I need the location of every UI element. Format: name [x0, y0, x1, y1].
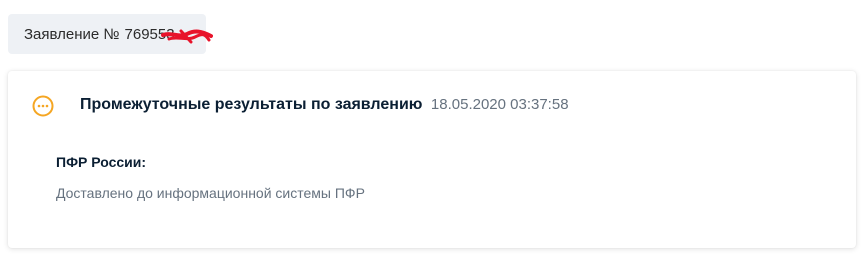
- application-number-wrap: 769553…: [125, 26, 213, 43]
- more-dots-icon: [32, 95, 54, 117]
- application-label: Заявление №: [24, 25, 120, 43]
- card-datetime: 18.05.2020 03:37:58: [430, 96, 569, 113]
- card-title: Промежуточные результаты по заявлению 18…: [80, 96, 569, 114]
- status-card: Промежуточные результаты по заявлению 18…: [8, 71, 856, 248]
- section-label: ПФР России:: [56, 154, 147, 170]
- section-status-text: Доставлено до информационной системы ПФР: [56, 185, 365, 201]
- redaction-scribble-icon: [160, 29, 213, 43]
- card-title-text: Промежуточные результаты по заявлению: [80, 96, 423, 113]
- application-number-tag: Заявление № 769553…: [8, 14, 213, 54]
